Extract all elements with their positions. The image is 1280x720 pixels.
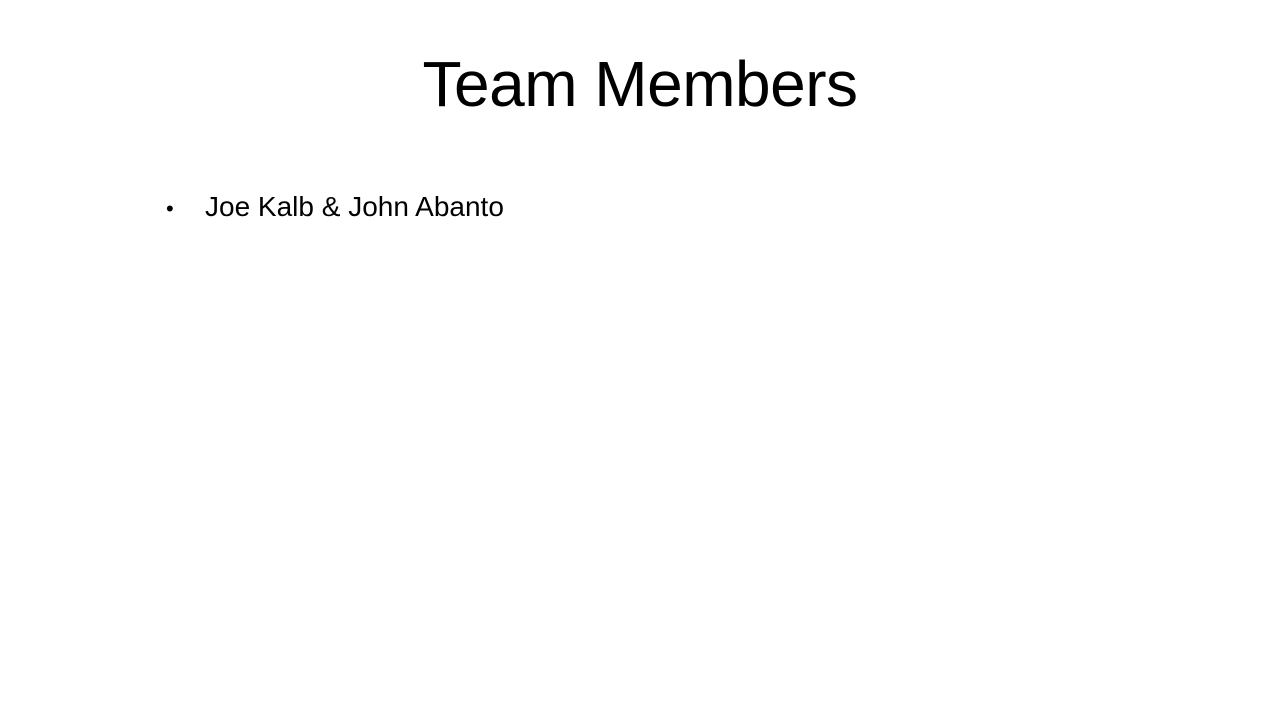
- bullet-list: • Joe Kalb & John Abanto: [166, 188, 504, 228]
- bullet-text: Joe Kalb & John Abanto: [205, 191, 504, 222]
- slide: Team Members • Joe Kalb & John Abanto: [0, 0, 1280, 720]
- bullet-item: • Joe Kalb & John Abanto: [166, 188, 504, 228]
- slide-title: Team Members: [422, 48, 859, 120]
- bullet-marker: •: [166, 196, 174, 221]
